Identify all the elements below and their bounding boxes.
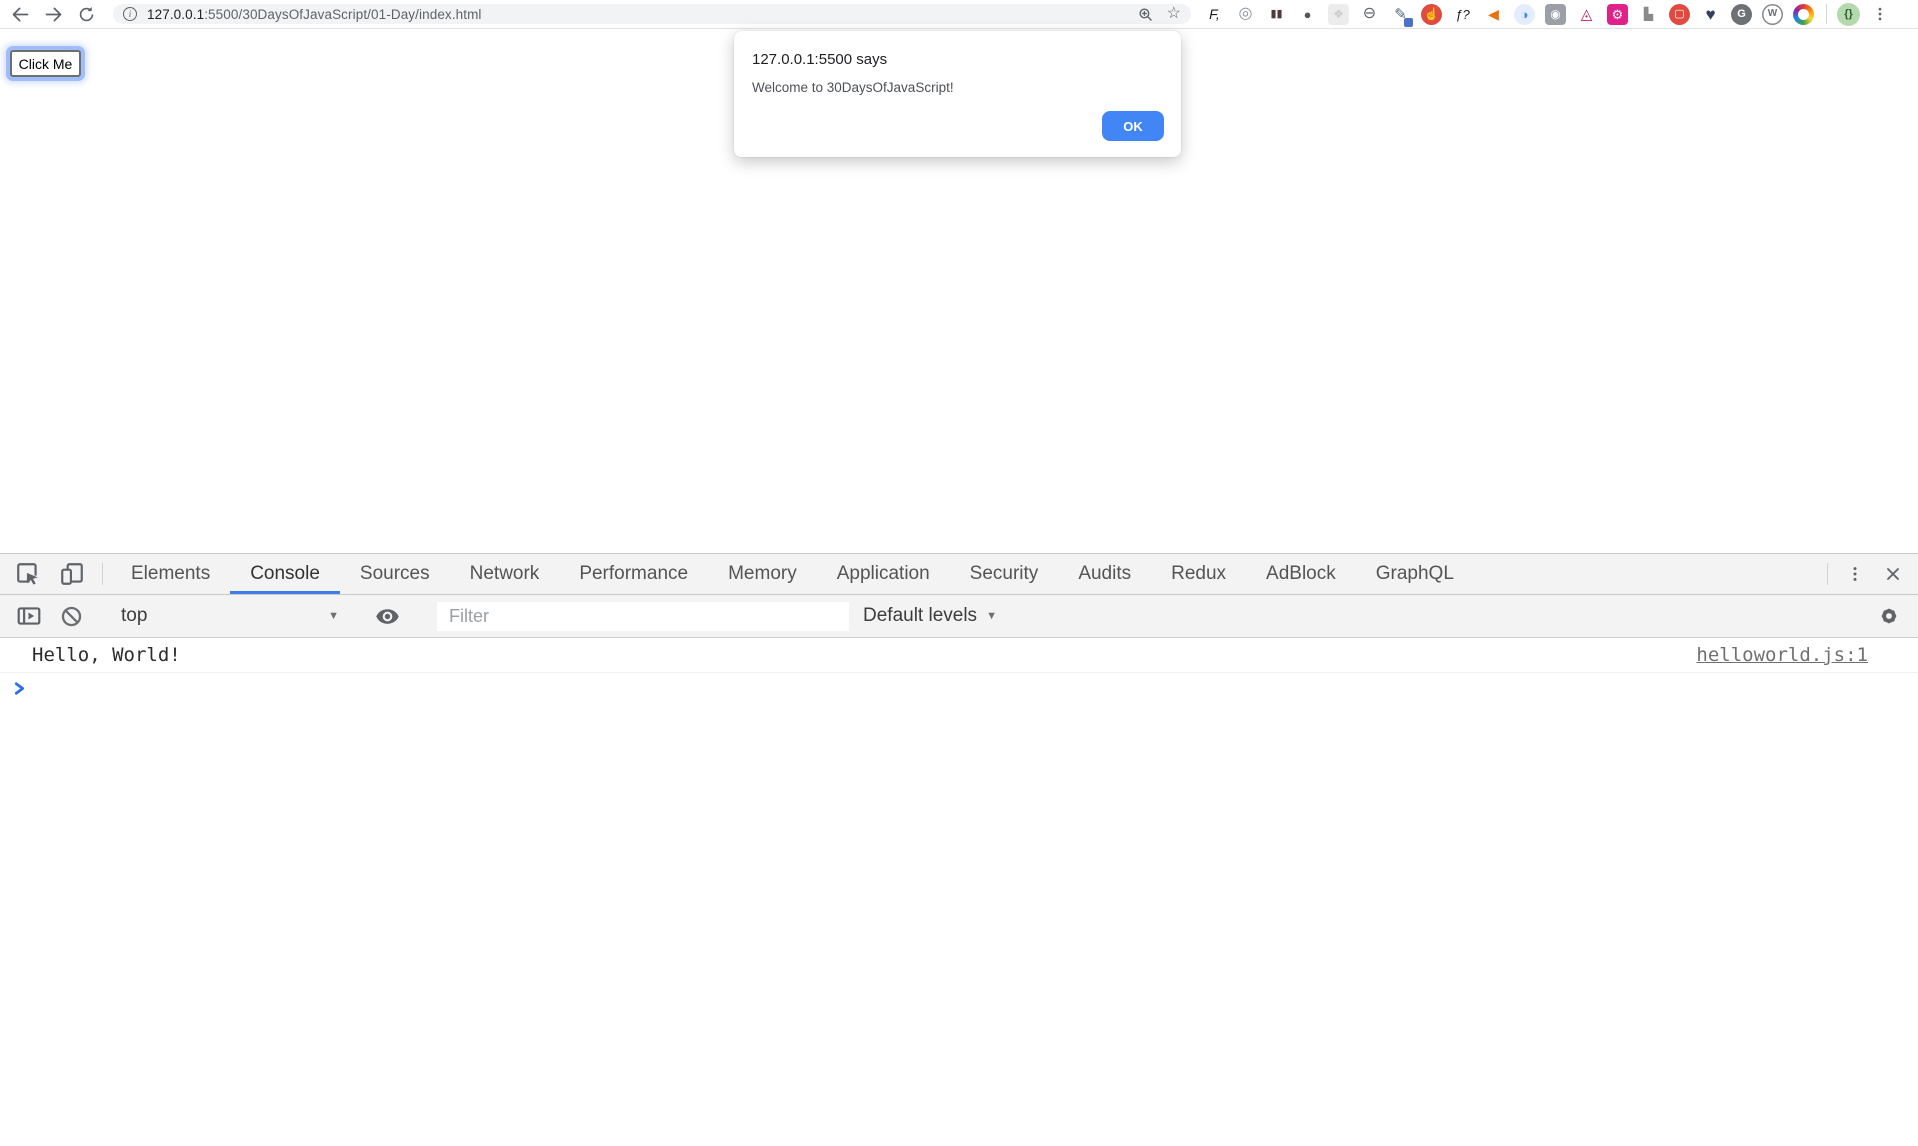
reload-icon[interactable] bbox=[74, 2, 98, 26]
swirl-icon[interactable]: ◑ bbox=[1514, 4, 1535, 25]
inspect-element-icon[interactable] bbox=[6, 554, 50, 594]
url-path: :5500/30DaysOfJavaScript/01-Day/index.ht… bbox=[204, 7, 481, 22]
devtools-tabbar: ElementsConsoleSourcesNetworkPerformance… bbox=[0, 553, 1918, 595]
pause-bars-icon-glyph: ▮▮ bbox=[1270, 9, 1282, 20]
url-host: 127.0.0.1 bbox=[147, 7, 204, 22]
zoom-icon[interactable] bbox=[1137, 6, 1154, 23]
tab-graphql[interactable]: GraphQL bbox=[1356, 554, 1474, 594]
log-levels-value: Default levels bbox=[863, 605, 977, 627]
clear-console-icon[interactable] bbox=[50, 598, 92, 634]
apollo-icon[interactable]: ◬ bbox=[1576, 4, 1597, 25]
tabbar-right-separator bbox=[1827, 563, 1828, 585]
tab-elements[interactable]: Elements bbox=[111, 554, 230, 594]
pink-gear-icon-glyph: ⚙ bbox=[1612, 8, 1624, 21]
adblock-hand-icon[interactable]: ☝ bbox=[1421, 4, 1442, 25]
log-levels-dropdown[interactable]: Default levels ▼ bbox=[863, 605, 997, 627]
tabbar-separator bbox=[102, 563, 103, 585]
tab-performance[interactable]: Performance bbox=[559, 554, 708, 594]
adblock-hand-icon-glyph: ☝ bbox=[1424, 8, 1439, 20]
context-selector-value: top bbox=[121, 605, 147, 627]
g-circle-icon-glyph: G bbox=[1737, 9, 1746, 20]
browser-toolbar: i 127.0.0.1:5500/30DaysOfJavaScript/01-D… bbox=[0, 0, 1918, 29]
tabbar-spacer bbox=[1474, 554, 1819, 594]
page-viewport: Click Me 127.0.0.1:5500 says Welcome to … bbox=[0, 29, 1918, 553]
pause-bars-icon[interactable]: ▮▮ bbox=[1266, 4, 1287, 25]
apollo-icon-glyph: ◬ bbox=[1581, 7, 1593, 22]
devtools-tabs: ElementsConsoleSourcesNetworkPerformance… bbox=[111, 554, 1474, 594]
console-messages: Hello, World! helloworld.js:1 bbox=[0, 638, 1918, 673]
camera-icon-glyph: ◉ bbox=[1550, 8, 1560, 20]
alert-ok-button[interactable]: OK bbox=[1102, 111, 1164, 141]
site-info-icon[interactable]: i bbox=[123, 7, 137, 21]
tab-adblock[interactable]: AdBlock bbox=[1246, 554, 1356, 594]
click-me-button[interactable]: Click Me bbox=[10, 50, 81, 77]
target-icon[interactable]: ◎ bbox=[1235, 4, 1256, 25]
color-wheel-icon[interactable] bbox=[1793, 4, 1814, 25]
toolbar-separator bbox=[1826, 4, 1827, 24]
tab-application[interactable]: Application bbox=[817, 554, 950, 594]
tab-audits[interactable]: Audits bbox=[1058, 554, 1151, 594]
console-prompt[interactable] bbox=[0, 673, 1918, 708]
dash-circle-icon[interactable]: ⊖ bbox=[1359, 4, 1380, 25]
browser-menu-icon[interactable] bbox=[1871, 5, 1889, 23]
console-filter-input[interactable] bbox=[437, 602, 849, 631]
settings-gear-icon[interactable] bbox=[1868, 598, 1910, 634]
console-source-link[interactable]: helloworld.js:1 bbox=[1696, 644, 1868, 666]
console-message-text: Hello, World! bbox=[32, 644, 181, 666]
alert-title: 127.0.0.1:5500 says bbox=[752, 51, 1164, 68]
devtools-panel: ElementsConsoleSourcesNetworkPerformance… bbox=[0, 553, 1918, 708]
devtools-close-icon[interactable] bbox=[1874, 554, 1912, 594]
tab-redux[interactable]: Redux bbox=[1151, 554, 1246, 594]
swirl-icon-glyph: ◑ bbox=[1521, 8, 1529, 21]
console-prompt-chevron-icon bbox=[13, 680, 27, 702]
fn-question-icon-glyph: ƒ? bbox=[1455, 8, 1469, 21]
blocks-arrow-icon[interactable]: ▙ bbox=[1638, 4, 1659, 25]
formatter-icon-glyph: F, bbox=[1209, 7, 1220, 21]
puzzle-icon-glyph: ❖ bbox=[1333, 8, 1344, 20]
target-icon-glyph: ◎ bbox=[1239, 6, 1253, 22]
bookmark-circle-icon-glyph: ▢ bbox=[1674, 9, 1684, 20]
g-circle-icon[interactable]: G bbox=[1731, 4, 1752, 25]
camera-icon[interactable]: ◉ bbox=[1545, 4, 1566, 25]
console-toolbar: top ▼ Default levels ▼ bbox=[0, 595, 1918, 638]
tab-sources[interactable]: Sources bbox=[340, 554, 450, 594]
bookmark-star-icon[interactable]: ☆ bbox=[1167, 6, 1181, 22]
eyedropper-icon[interactable]: ✎ bbox=[1390, 4, 1411, 25]
tab-memory[interactable]: Memory bbox=[708, 554, 817, 594]
megaphone-icon[interactable]: ◀ bbox=[1483, 4, 1504, 25]
chevron-down-icon: ▼ bbox=[986, 610, 997, 622]
fn-question-icon[interactable]: ƒ? bbox=[1452, 4, 1473, 25]
heart-search-icon[interactable]: ♥ bbox=[1700, 4, 1721, 25]
pink-gear-icon[interactable]: ⚙ bbox=[1607, 4, 1628, 25]
dash-circle-icon-glyph: ⊖ bbox=[1363, 6, 1376, 22]
profile-avatar[interactable]: {} bbox=[1837, 3, 1860, 26]
extensions-bar: F, ◎ ▮▮ ● ❖ ⊖ ✎ ☝ ƒ? ◀ ◑ ◉ ◬ ⚙ ▙ ▢ ♥ G W bbox=[1204, 4, 1814, 25]
bookmark-circle-icon[interactable]: ▢ bbox=[1669, 4, 1690, 25]
megaphone-icon-glyph: ◀ bbox=[1488, 7, 1499, 21]
blocks-arrow-icon-glyph: ▙ bbox=[1644, 8, 1653, 20]
heart-search-icon-glyph: ♥ bbox=[1705, 6, 1715, 23]
devtools-menu-icon[interactable] bbox=[1836, 554, 1874, 594]
alert-message: Welcome to 30DaysOfJavaScript! bbox=[752, 80, 1164, 95]
tab-console[interactable]: Console bbox=[230, 554, 340, 594]
tab-security[interactable]: Security bbox=[950, 554, 1059, 594]
chevron-down-icon: ▼ bbox=[328, 610, 339, 622]
w-circle-icon[interactable]: W bbox=[1762, 4, 1783, 25]
bug-icon-glyph: ● bbox=[1304, 8, 1312, 21]
console-message-row: Hello, World! helloworld.js:1 bbox=[0, 638, 1918, 673]
bug-icon[interactable]: ● bbox=[1297, 4, 1318, 25]
address-bar[interactable]: i 127.0.0.1:5500/30DaysOfJavaScript/01-D… bbox=[113, 4, 1191, 24]
alert-dialog: 127.0.0.1:5500 says Welcome to 30DaysOfJ… bbox=[734, 31, 1181, 157]
tab-network[interactable]: Network bbox=[450, 554, 560, 594]
forward-icon[interactable] bbox=[41, 2, 65, 26]
device-toolbar-icon[interactable] bbox=[50, 554, 94, 594]
context-selector-dropdown[interactable]: top ▼ bbox=[109, 605, 349, 627]
w-circle-icon-glyph: W bbox=[1768, 9, 1777, 19]
formatter-icon[interactable]: F, bbox=[1204, 4, 1225, 25]
back-icon[interactable] bbox=[8, 2, 32, 26]
console-sidebar-icon[interactable] bbox=[8, 598, 50, 634]
url-text: 127.0.0.1:5500/30DaysOfJavaScript/01-Day… bbox=[147, 7, 482, 22]
live-expression-eye-icon[interactable] bbox=[366, 598, 408, 634]
puzzle-icon[interactable]: ❖ bbox=[1328, 4, 1349, 25]
